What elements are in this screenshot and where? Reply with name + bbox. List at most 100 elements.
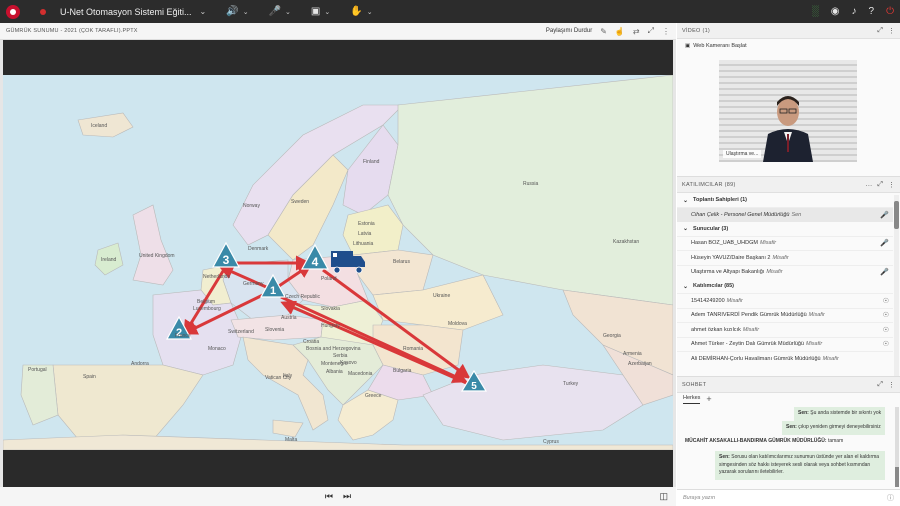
svg-text:Ukraine: Ukraine: [433, 293, 450, 299]
pointer-icon[interactable]: ☝: [615, 27, 625, 36]
stop-sharing-button[interactable]: Paylaşımı Durdur: [546, 28, 592, 34]
menu-icon[interactable]: ⋮: [888, 27, 895, 35]
svg-text:Georgia: Georgia: [603, 333, 621, 339]
section-participants[interactable]: ⌄ Katılımcılar (85): [677, 279, 893, 293]
slide-navigation: ⏮ ⏭ ◫: [0, 487, 676, 506]
pen-icon[interactable]: ✎: [600, 27, 607, 36]
attendee-scrollbar[interactable]: [894, 195, 899, 377]
more-icon[interactable]: …: [865, 181, 872, 189]
list-item[interactable]: Hasan BOZ_UAB_UHDGM Misafir 🎤: [677, 235, 893, 251]
chevron-down-icon[interactable]: ⌄: [367, 8, 373, 16]
speaker-icon[interactable]: 🔊: [226, 6, 238, 17]
video-pod: VİDEO (1) ⤢ ⋮ ▣ Web Kameranı Başlat Ulaş…: [677, 23, 900, 176]
right-panel: VİDEO (1) ⤢ ⋮ ▣ Web Kameranı Başlat Ulaş…: [677, 23, 900, 506]
chevron-down-icon[interactable]: ⌄: [200, 7, 207, 16]
globe-icon: ☉: [882, 312, 889, 320]
presentation-title: GÜMRÜK SUNUMU - 2021 (ÇOK TARAFLI).PPTX: [6, 28, 138, 34]
svg-text:Bulgaria: Bulgaria: [393, 368, 412, 374]
fullscreen-icon[interactable]: ⤢: [877, 27, 883, 35]
microphone-icon[interactable]: 🎤: [880, 239, 889, 247]
svg-text:Macedonia: Macedonia: [348, 371, 373, 377]
microphone-icon[interactable]: 🎤: [269, 6, 281, 17]
svg-text:Albania: Albania: [326, 369, 343, 375]
help-icon[interactable]: ?: [869, 6, 875, 17]
microphone-control[interactable]: 🎤 ⌄: [269, 6, 291, 17]
svg-text:Belarus: Belarus: [393, 259, 410, 265]
chat-message: Sen: Şu anda sistemde bir sıkıntı yok: [794, 407, 886, 421]
svg-text:Denmark: Denmark: [248, 246, 269, 252]
info-icon[interactable]: ⓘ: [887, 493, 894, 503]
svg-text:Croatia: Croatia: [303, 339, 319, 345]
svg-text:Serbia: Serbia: [333, 353, 348, 359]
chevron-down-icon[interactable]: ⌄: [243, 8, 249, 16]
svg-text:Poland: Poland: [321, 276, 337, 282]
chat-message: Sen: çıkıp yeniden girmeyi deneyebilirsi…: [782, 421, 885, 435]
add-tab-icon[interactable]: +: [706, 394, 711, 404]
chat-scrollbar[interactable]: [895, 407, 899, 487]
camera-icon[interactable]: ▣: [311, 6, 320, 17]
raise-hand-control[interactable]: ✋ ⌄: [350, 6, 372, 17]
list-item[interactable]: Ahmet Türker - Zeytin Dalı Gümrük Müdürl…: [677, 336, 893, 352]
camera-control[interactable]: ▣ ⌄: [311, 6, 330, 17]
svg-text:Lithuania: Lithuania: [353, 241, 374, 247]
sync-icon[interactable]: ⇄: [633, 27, 640, 36]
fullscreen-icon[interactable]: ⤢: [877, 181, 883, 189]
power-icon[interactable]: ⏻: [886, 6, 894, 17]
tab-everyone[interactable]: Herkes: [683, 395, 701, 404]
list-item[interactable]: ahmet özkan kızılcık Misafir ☉: [677, 322, 893, 337]
svg-text:Cyprus: Cyprus: [543, 439, 559, 445]
list-item[interactable]: Cihan Çelik - Personel Genel Müdürlüğü S…: [677, 207, 893, 222]
svg-text:Belgium: Belgium: [197, 299, 215, 305]
attendees-pod: KATILIMCILAR (89) … ⤢ ⋮ ⌄ Toplantı Sahip…: [677, 176, 900, 377]
chat-pod-title: SOHBET: [682, 381, 707, 388]
section-presenters[interactable]: ⌄ Sunucular (3): [677, 222, 893, 236]
chevron-down-icon[interactable]: ⌄: [683, 225, 688, 232]
list-item[interactable]: Hüseyin YAVUZ/Daire Başkanı 2 Misafir: [677, 250, 893, 265]
menu-icon[interactable]: ⋮: [888, 181, 895, 189]
speaker-control[interactable]: 🔊 ⌄: [226, 6, 248, 17]
svg-text:Hungary: Hungary: [321, 323, 340, 329]
chevron-down-icon[interactable]: ⌄: [324, 8, 330, 16]
chat-input[interactable]: Buraya yazın ⓘ: [677, 489, 900, 506]
slide-stage: 1 2 3 4 5 Iceland Norway Sweden Finland …: [3, 40, 673, 487]
bell-icon[interactable]: ♪: [852, 6, 857, 17]
next-slide-icon[interactable]: ⏭: [343, 491, 351, 502]
svg-text:Latvia: Latvia: [358, 231, 372, 237]
chevron-down-icon[interactable]: ⌄: [683, 283, 688, 290]
raise-hand-icon[interactable]: ✋: [350, 6, 362, 17]
list-item[interactable]: 15414249200 Misafir ☉: [677, 293, 893, 308]
chevron-down-icon[interactable]: ⌄: [285, 8, 291, 16]
broadcast-icon[interactable]: ◉: [831, 6, 840, 17]
previous-slide-icon[interactable]: ⏮: [325, 491, 333, 502]
start-webcam-button[interactable]: ▣ Web Kameranı Başlat: [685, 43, 747, 49]
camera-icon: ▣: [685, 43, 691, 49]
chevron-down-icon[interactable]: ⌄: [683, 197, 688, 204]
svg-text:United Kingdom: United Kingdom: [139, 253, 175, 259]
chat-input-placeholder[interactable]: Buraya yazın: [683, 495, 715, 501]
svg-text:Vatican City: Vatican City: [265, 375, 292, 381]
svg-text:Andorra: Andorra: [131, 361, 149, 367]
section-hosts[interactable]: ⌄ Toplantı Sahipleri (1): [677, 193, 893, 207]
list-item[interactable]: Adem TANRIVERDİ Pendik Gümrük Müdürlüğü …: [677, 307, 893, 323]
menu-icon[interactable]: ⋮: [662, 27, 670, 36]
svg-text:Netherlands: Netherlands: [203, 274, 230, 280]
share-header: GÜMRÜK SUNUMU - 2021 (ÇOK TARAFLI).PPTX …: [0, 23, 676, 40]
sidebar-toggle-icon[interactable]: ◫: [659, 491, 668, 502]
list-item[interactable]: Ali DEMİRHAN-Çorlu Havalimanı Gümrük Müd…: [677, 351, 893, 366]
svg-text:Luxembourg: Luxembourg: [193, 306, 221, 312]
svg-text:Spain: Spain: [83, 374, 96, 380]
fullscreen-icon[interactable]: ⤢: [648, 26, 654, 36]
microphone-icon[interactable]: 🎤: [880, 211, 889, 219]
svg-text:Malta: Malta: [285, 437, 297, 443]
webcam-feed: Ulaştırma ve...: [719, 60, 857, 162]
fullscreen-icon[interactable]: ⤢: [877, 381, 883, 389]
europe-map: 1 2 3 4 5 Iceland Norway Sweden Finland …: [3, 75, 673, 450]
svg-text:Slovenia: Slovenia: [265, 327, 284, 333]
chat-pod: SOHBET ⤢ ⋮ Herkes + Sen: Şu anda sistemd…: [677, 376, 900, 506]
microphone-icon[interactable]: 🎤: [880, 268, 889, 276]
svg-text:5: 5: [471, 381, 477, 392]
attendee-list: ⌄ Toplantı Sahipleri (1) Cihan Çelik - P…: [677, 193, 893, 377]
list-item[interactable]: Ulaştırma ve Altyapı Bakanlığı Misafir 🎤: [677, 264, 893, 280]
menu-icon[interactable]: ⋮: [888, 381, 895, 389]
signal-icon[interactable]: ░: [812, 6, 819, 17]
